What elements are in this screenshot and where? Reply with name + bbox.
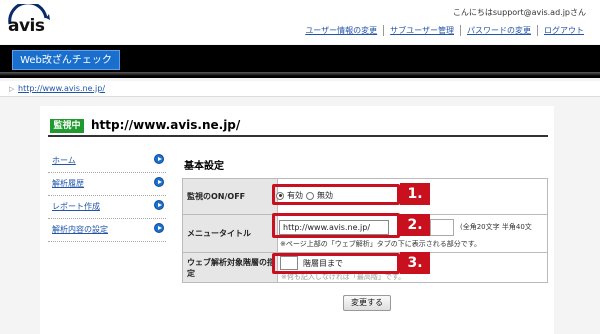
submit-button[interactable]: 変更する	[343, 295, 391, 311]
menu-extra-input[interactable]	[430, 219, 454, 236]
callout-number-2: 2.	[400, 214, 430, 236]
menu-title-help: ※ページ上部の「ウェブ解析」タブの下に表示される部分です。	[280, 240, 482, 248]
sub-user-management-link[interactable]: サブユーザー管理	[383, 25, 460, 36]
change-password-link[interactable]: パスワードの変更	[460, 25, 537, 36]
sidebar-item-label[interactable]: ホーム	[52, 155, 76, 166]
sidebar-item-history[interactable]: 解析履歴	[48, 173, 166, 196]
status-badge: 監視中	[50, 119, 84, 133]
callout-number-1: 1.	[400, 183, 430, 205]
sidebar-item-report[interactable]: レポート作成	[48, 196, 166, 219]
arrow-right-icon	[154, 223, 164, 233]
breadcrumb-link[interactable]: http://www.avis.ne.jp/	[18, 84, 105, 93]
top-bar: avis こんにちはsupport@avis.ad.jpさん ユーザー情報の変更…	[0, 0, 600, 44]
monitor-onoff-label: 監視のON/OFF	[182, 178, 278, 215]
logout-link[interactable]: ログアウト	[537, 25, 590, 36]
title-divider	[48, 135, 548, 137]
section-title: 基本設定	[184, 161, 224, 172]
sidebar-item-label[interactable]: レポート作成	[52, 201, 100, 212]
page-title: http://www.avis.ne.jp/	[91, 118, 241, 132]
user-greeting: こんにちはsupport@avis.ad.jpさん	[452, 8, 586, 17]
arrow-right-icon	[154, 154, 164, 164]
arrow-right-icon	[154, 200, 164, 210]
callout-box-3	[272, 253, 400, 274]
sidebar-item-settings[interactable]: 解析内容の設定	[48, 219, 166, 242]
sidebar-item-label[interactable]: 解析内容の設定	[52, 224, 108, 235]
breadcrumb-arrow-icon: ▷	[9, 85, 15, 93]
sidebar-item-home[interactable]: ホーム	[48, 150, 166, 173]
account-links: ユーザー情報の変更 サブユーザー管理 パスワードの変更 ログアウト	[299, 25, 590, 36]
header-stripe	[0, 72, 600, 76]
char-limit-note: (全角20文字 半角40文	[460, 223, 532, 231]
depth-label: ウェブ解析対象階層の指定	[182, 252, 278, 283]
sidebar: ホーム 解析履歴 レポート作成 解析内容の設定	[48, 150, 166, 242]
logo-text: avis	[8, 16, 45, 36]
edit-user-info-link[interactable]: ユーザー情報の変更	[299, 25, 383, 36]
callout-box-1	[272, 184, 400, 205]
callout-box-2	[272, 213, 400, 238]
menu-title-label: メニュータイトル	[182, 214, 278, 253]
sidebar-item-label[interactable]: 解析履歴	[52, 178, 84, 189]
tab-web-tamper-check[interactable]: Web改ざんチェック	[12, 50, 120, 70]
callout-number-3: 3.	[400, 252, 430, 274]
arrow-right-icon	[154, 177, 164, 187]
